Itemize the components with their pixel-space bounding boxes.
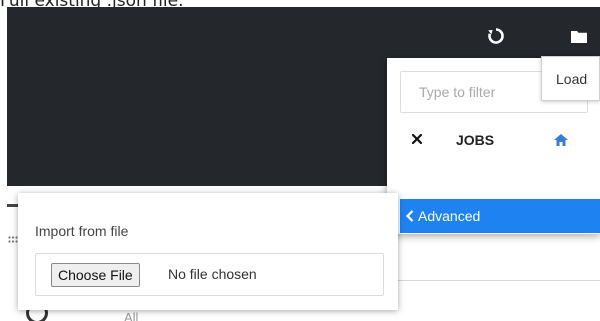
app-root: Full existing .json file. All Type to fi… [0, 0, 600, 321]
import-title: Import from file [35, 223, 129, 239]
advanced-button[interactable]: Advanced [400, 199, 600, 233]
file-input[interactable]: Choose File No file chosen [35, 253, 384, 296]
drag-handle-icon[interactable] [8, 231, 18, 243]
refresh-icon[interactable] [482, 22, 510, 50]
choose-file-button[interactable]: Choose File [51, 263, 140, 287]
close-icon[interactable] [410, 132, 424, 146]
folder-icon[interactable] [567, 25, 591, 47]
home-icon[interactable] [553, 133, 569, 147]
list-item[interactable]: JOBS [400, 120, 588, 164]
chevron-left-icon [404, 209, 416, 223]
file-status: No file chosen [168, 266, 257, 282]
list-item-label: JOBS [456, 132, 495, 148]
load-tooltip: Load [541, 56, 600, 101]
filter-option-all[interactable]: All [124, 310, 138, 321]
section-divider [398, 280, 600, 281]
advanced-label: Advanced [418, 208, 481, 224]
import-panel: Import from file Choose File No file cho… [18, 193, 398, 310]
